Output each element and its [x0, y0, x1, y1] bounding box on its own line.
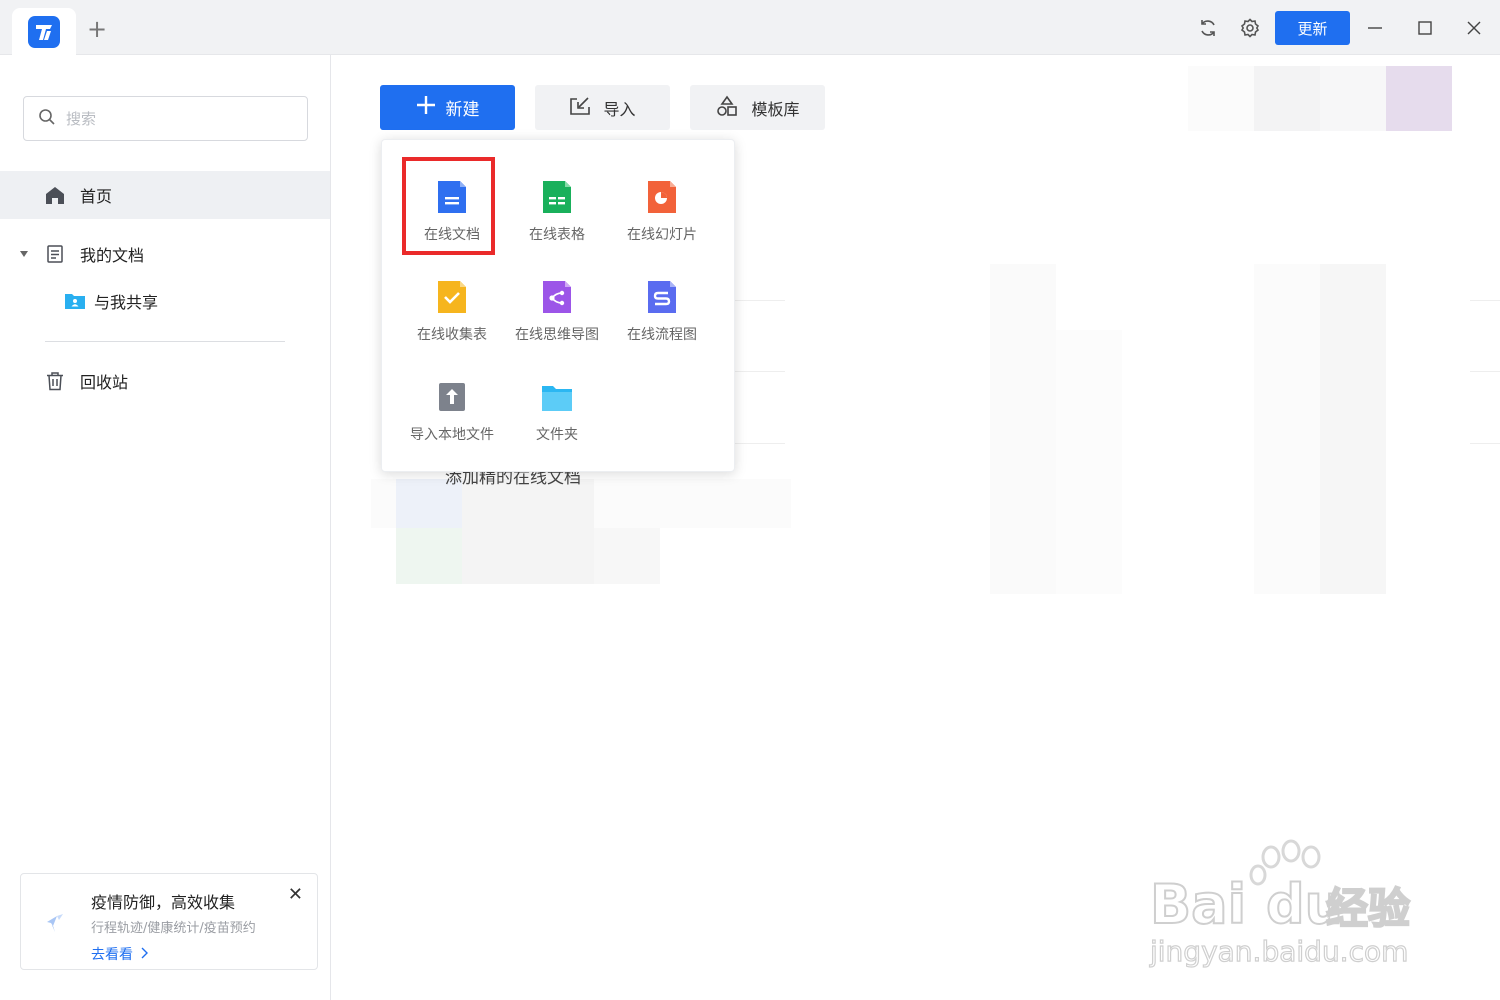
- sidebar-item-label: 与我共享: [94, 293, 159, 312]
- sidebar: 首页 我的文档 与我共享 回收站 疫情防御，高效收集 行程轨迹/健康统计/疫苗预…: [0, 55, 331, 1000]
- maximize-icon[interactable]: [1413, 16, 1437, 40]
- menu-item-mindmap[interactable]: 在线思维导图: [507, 268, 607, 348]
- svg-text:Bai: Bai: [1150, 873, 1246, 936]
- blurred-block: [462, 479, 594, 584]
- sidebar-item-label: 首页: [80, 187, 113, 206]
- row-divider: [735, 300, 785, 301]
- minimize-icon[interactable]: [1363, 16, 1387, 40]
- online-sheet-icon: [543, 181, 571, 213]
- mindmap-icon: [543, 281, 571, 313]
- blurred-block: [1254, 264, 1320, 594]
- menu-item-folder[interactable]: 文件夹: [507, 368, 607, 448]
- blurred-block: [396, 528, 462, 584]
- row-divider: [1470, 443, 1500, 444]
- shared-folder-icon: [64, 290, 86, 312]
- sidebar-divider: [45, 341, 285, 342]
- baidu-jingyan-watermark: Bai du 经验 jingyan.baidu.com: [1148, 835, 1428, 975]
- sidebar-item-label: 我的文档: [80, 246, 145, 265]
- online-slides-icon: [648, 181, 676, 213]
- sidebar-item-trash[interactable]: 回收站: [0, 357, 330, 405]
- sync-icon[interactable]: [1196, 16, 1220, 40]
- promo-link-label: 去看看: [91, 947, 133, 963]
- blurred-thumbnail: [1254, 66, 1320, 131]
- flowchart-icon: [648, 281, 676, 313]
- document-icon: [44, 243, 66, 265]
- blurred-thumbnail: [1386, 66, 1452, 131]
- promo-card: 疫情防御，高效收集 行程轨迹/健康统计/疫苗预约 去看看 ✕: [20, 873, 318, 970]
- import-icon: [569, 96, 591, 120]
- menu-item-label: 在线幻灯片: [627, 227, 697, 243]
- blurred-block: [1056, 330, 1122, 594]
- import-button[interactable]: 导入: [535, 85, 670, 130]
- menu-item-online-slides[interactable]: 在线幻灯片: [612, 168, 712, 248]
- search-input[interactable]: [66, 109, 286, 128]
- promo-title: 疫情防御，高效收集: [91, 893, 236, 912]
- blurred-thumbnail: [1188, 66, 1254, 131]
- svg-text:jingyan.baidu.com: jingyan.baidu.com: [1149, 935, 1408, 968]
- menu-item-label: 文件夹: [536, 427, 578, 443]
- search-box[interactable]: [23, 96, 308, 141]
- menu-item-flowchart[interactable]: 在线流程图: [612, 268, 712, 348]
- watermark-logo: Bai du 经验 jingyan.baidu.com: [1148, 839, 1411, 969]
- promo-link[interactable]: 去看看: [91, 944, 149, 964]
- menu-item-label: 在线收集表: [417, 327, 487, 343]
- close-icon[interactable]: [1462, 16, 1486, 40]
- sidebar-item-shared[interactable]: 与我共享: [0, 277, 330, 325]
- new-button-label: 新建: [445, 100, 480, 120]
- menu-item-label: 在线流程图: [627, 327, 697, 343]
- row-divider: [735, 443, 785, 444]
- blurred-block: [1320, 264, 1386, 594]
- folder-icon: [542, 386, 572, 411]
- menu-item-label: 在线思维导图: [515, 327, 599, 343]
- title-bar: + 更新: [0, 0, 1500, 55]
- app-logo-icon: [28, 15, 60, 48]
- sidebar-item-label: 回收站: [80, 373, 129, 392]
- menu-item-online-sheet[interactable]: 在线表格: [507, 168, 607, 248]
- new-tab-button[interactable]: +: [86, 17, 108, 41]
- chevron-down-icon[interactable]: [18, 248, 32, 260]
- row-divider: [1470, 371, 1500, 372]
- menu-item-label: 在线表格: [529, 227, 585, 243]
- online-form-icon: [438, 281, 466, 313]
- promo-close-icon[interactable]: ✕: [288, 884, 303, 905]
- blurred-block: [990, 264, 1056, 594]
- template-library-button[interactable]: 模板库: [690, 85, 825, 130]
- settings-icon[interactable]: [1238, 16, 1262, 40]
- row-divider: [1470, 300, 1500, 301]
- sidebar-item-my-docs[interactable]: 我的文档: [0, 230, 330, 278]
- shapes-icon: [715, 95, 739, 121]
- trash-icon: [44, 370, 66, 392]
- sidebar-item-home[interactable]: 首页: [0, 171, 330, 219]
- template-library-label: 模板库: [751, 99, 800, 119]
- upload-icon: [439, 383, 465, 411]
- chevron-right-icon: [139, 947, 149, 963]
- home-icon: [44, 184, 66, 206]
- menu-item-online-form[interactable]: 在线收集表: [402, 268, 502, 348]
- promo-subtitle: 行程轨迹/健康统计/疫苗预约: [91, 921, 256, 936]
- import-button-label: 导入: [603, 99, 636, 119]
- menu-item-label: 导入本地文件: [410, 427, 494, 443]
- row-divider: [735, 371, 785, 372]
- update-button[interactable]: 更新: [1275, 11, 1350, 45]
- menu-item-import-local[interactable]: 导入本地文件: [402, 368, 502, 448]
- plus-icon: [416, 95, 436, 120]
- svg-text:经验: 经验: [1326, 884, 1410, 933]
- app-tab[interactable]: [12, 8, 76, 55]
- blurred-thumbnail: [1320, 66, 1386, 131]
- highlight-box: [402, 157, 495, 255]
- search-icon: [38, 108, 56, 130]
- blurred-block: [594, 528, 660, 584]
- new-button[interactable]: 新建: [380, 85, 515, 130]
- sparkle-icon: [43, 912, 67, 938]
